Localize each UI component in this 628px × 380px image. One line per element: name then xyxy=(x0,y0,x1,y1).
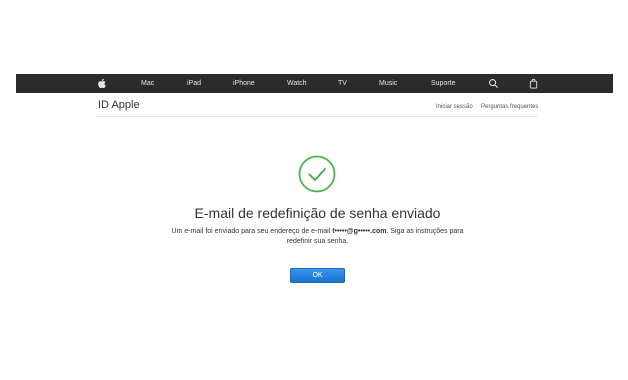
global-nav: Mac iPad iPhone Watch TV Music Suporte xyxy=(16,74,613,93)
apple-id-title[interactable]: ID Apple xyxy=(98,99,140,111)
shopping-bag-icon[interactable] xyxy=(528,78,539,89)
local-nav: ID Apple Iniciar sessão Perguntas freque… xyxy=(96,96,538,117)
message-prefix: Um e-mail foi enviado para seu endereço … xyxy=(171,228,333,235)
apple-logo-icon[interactable] xyxy=(97,78,108,89)
nav-item-ipad[interactable]: iPad xyxy=(187,74,201,93)
nav-item-suporte[interactable]: Suporte xyxy=(431,74,456,93)
confirmation-message: Um e-mail foi enviado para seu endereço … xyxy=(170,227,465,247)
search-icon[interactable] xyxy=(488,78,499,89)
nav-item-tv[interactable]: TV xyxy=(338,74,347,93)
nav-item-iphone[interactable]: iPhone xyxy=(233,74,255,93)
nav-item-mac[interactable]: Mac xyxy=(141,74,154,93)
page: Mac iPad iPhone Watch TV Music Suporte I… xyxy=(0,0,628,380)
success-checkmark-icon xyxy=(298,155,336,193)
masked-email: t•••••@g•••••.com xyxy=(332,228,387,235)
sign-in-link[interactable]: Iniciar sessão xyxy=(436,104,473,110)
ok-button[interactable]: OK xyxy=(290,268,345,283)
nav-item-music[interactable]: Music xyxy=(379,74,397,93)
page-title: E-mail de redefinição de senha enviado xyxy=(194,205,441,221)
faq-link[interactable]: Perguntas frequentes xyxy=(481,104,538,110)
nav-item-watch[interactable]: Watch xyxy=(287,74,307,93)
